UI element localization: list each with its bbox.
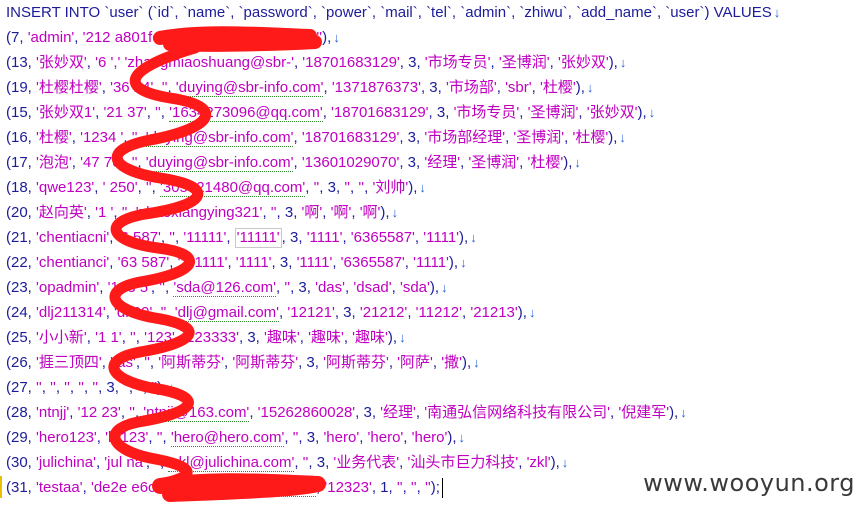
redaction-top-bar bbox=[153, 26, 322, 52]
watermark: www.wooyun.org bbox=[643, 469, 855, 497]
sql-editor[interactable]: INSERT INTO `user` (`id`, `name`, `passw… bbox=[0, 0, 867, 511]
redaction-bottom-bar bbox=[152, 473, 326, 502]
redaction-vertical-squiggle bbox=[108, 42, 212, 490]
red-redaction-scribble bbox=[108, 26, 326, 502]
